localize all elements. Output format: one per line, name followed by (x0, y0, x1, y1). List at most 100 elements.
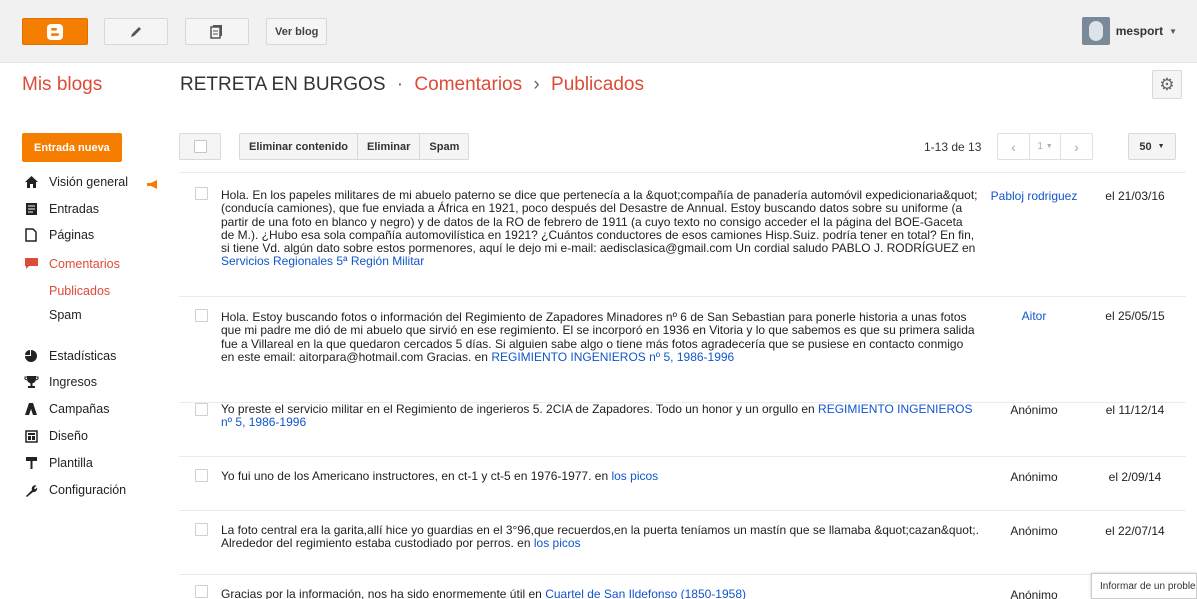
comment-date[interactable]: el 2/09/14 (1084, 470, 1186, 484)
post-link[interactable]: Cuartel de San Ildefonso (1850-1958) (545, 587, 746, 599)
delete-content-button[interactable]: Eliminar contenido (240, 134, 359, 159)
sidebar-sub-published[interactable]: Publicados (49, 284, 110, 298)
caret-down-icon: ▼ (1157, 143, 1165, 150)
prev-page-button[interactable]: ‹ (998, 134, 1029, 159)
comment-date[interactable]: el 25/05/15 (1084, 309, 1186, 323)
trophy-icon (22, 373, 40, 391)
comment-text: Yo fui uno de los Americano instructores… (221, 469, 979, 483)
comment-body: Yo preste el servicio militar en el Regi… (221, 402, 815, 416)
sidebar-item-label: Entradas (49, 202, 100, 216)
adwords-icon (22, 400, 40, 418)
view-blog-button[interactable]: Ver blog (266, 18, 328, 45)
sidebar-item-template[interactable]: Plantilla (22, 454, 93, 472)
breadcrumb: RETRETA EN BURGOS · Comentarios › Public… (180, 74, 644, 96)
sidebar-item-label: Visión general (49, 175, 128, 189)
avatar (1081, 17, 1110, 45)
paint-roller-icon (22, 454, 40, 472)
row-checkbox[interactable] (195, 187, 208, 200)
comment-text: Hola. Estoy buscando fotos o información… (221, 310, 979, 364)
comment-author: Anónimo (1010, 403, 1058, 417)
comment-text: Yo preste el servicio militar en el Regi… (221, 402, 979, 430)
comment-author: Anónimo (1010, 524, 1058, 538)
comment-row[interactable]: Hola. Estoy buscando fotos o información… (179, 296, 1186, 402)
comment-body: Hola. En los papeles militares de mi abu… (221, 188, 978, 256)
comment-author: Anónimo (1010, 470, 1058, 484)
result-count: 1-13 de 13 (924, 140, 982, 154)
comment-text: La foto central era la garita,allí hice … (221, 523, 979, 551)
username: mesport (1115, 24, 1164, 38)
checkbox-box (193, 140, 207, 153)
sidebar-item-label: Plantilla (49, 456, 93, 470)
sidebar-item-stats[interactable]: Estadísticas (22, 347, 116, 365)
comment-date[interactable]: el 11/12/14 (1084, 403, 1186, 417)
post-link[interactable]: REGIMIENTO INGENIEROS nº 5, 1986-1996 (491, 350, 734, 364)
select-all-checkbox[interactable] (179, 133, 221, 160)
chevron-right-icon: › (1074, 138, 1079, 155)
row-checkbox[interactable] (195, 469, 208, 482)
per-page-select[interactable]: 50 ▼ (1128, 133, 1176, 160)
new-post-button[interactable]: Entrada nueva (22, 133, 122, 162)
blogger-logo-icon (47, 23, 63, 40)
comment-body: Yo fui uno de los Americano instructores… (221, 469, 609, 483)
spam-button[interactable]: Spam (420, 134, 468, 159)
page-icon (22, 226, 40, 244)
comment-author: Anónimo (1010, 588, 1058, 599)
comment-date[interactable]: el 22/07/14 (1084, 524, 1186, 538)
comment-row[interactable]: Yo fui uno de los Americano instructores… (179, 456, 1186, 510)
user-menu[interactable]: mesport ▼ (1081, 17, 1177, 45)
post-link[interactable]: los picos (611, 469, 658, 483)
blog-posts-button[interactable] (185, 18, 249, 45)
sidebar-item-label: Estadísticas (49, 349, 117, 363)
blog-name[interactable]: RETRETA EN BURGOS (180, 74, 386, 95)
comment-body: Gracias por la información, nos ha sido … (221, 587, 542, 599)
report-problem-button[interactable]: Informar de un proble (1091, 573, 1197, 599)
blogger-home-button[interactable] (22, 18, 88, 45)
row-checkbox[interactable] (195, 585, 208, 598)
sidebar-item-posts[interactable]: Entradas (22, 200, 99, 218)
pencil-icon (131, 26, 141, 37)
my-blogs-link[interactable]: Mis blogs (22, 74, 102, 96)
next-page-button[interactable]: › (1061, 134, 1092, 159)
sidebar-sub-spam[interactable]: Spam (49, 308, 82, 322)
sidebar-item-earnings[interactable]: Ingresos (22, 373, 97, 391)
page-select[interactable]: 1 ▼ (1029, 134, 1061, 159)
comment-row[interactable]: Yo preste el servicio militar en el Regi… (179, 402, 1186, 456)
sidebar-item-label: Configuración (49, 483, 127, 497)
sidebar-item-pages[interactable]: Páginas (22, 226, 94, 244)
caret-down-icon: ▼ (1045, 143, 1053, 150)
page-number: 1 (1037, 141, 1043, 152)
comment-author[interactable]: Aitor (984, 309, 1084, 323)
sidebar-item-comments[interactable]: Comentarios (22, 255, 120, 273)
row-checkbox[interactable] (195, 523, 208, 536)
pie-chart-icon (22, 347, 40, 365)
comment-row[interactable]: Hola. En los papeles militares de mi abu… (179, 172, 1186, 296)
top-bar: Ver blog mesport ▼ (0, 0, 1197, 63)
sidebar-item-label: Diseño (49, 429, 88, 443)
sidebar-item-label: Campañas (49, 402, 110, 416)
posts-icon (22, 200, 40, 218)
comments-section[interactable]: Comentarios (414, 74, 522, 95)
delete-button[interactable]: Eliminar (358, 134, 421, 159)
sidebar-item-label: Ingresos (49, 375, 97, 389)
row-checkbox[interactable] (195, 309, 208, 322)
row-checkbox[interactable] (195, 403, 208, 416)
comment-author[interactable]: Pabloj rodriguez (984, 189, 1084, 203)
sidebar-item-layout[interactable]: Diseño (22, 427, 88, 445)
breadcrumb-separator: · (396, 74, 404, 95)
settings-button[interactable]: ⚙ (1152, 70, 1182, 99)
caret-down-icon: ▼ (1169, 26, 1177, 36)
home-icon (22, 173, 40, 191)
comment-text: Gracias por la información, nos ha sido … (221, 587, 979, 599)
new-post-pencil-button[interactable] (104, 18, 168, 45)
sidebar-item-label: Páginas (49, 228, 95, 242)
post-link[interactable]: Servicios Regionales 5ª Región Militar (221, 254, 424, 268)
comment-row[interactable]: La foto central era la garita,allí hice … (179, 510, 1186, 574)
published-subsection: Publicados (551, 74, 644, 95)
comment-row[interactable]: Gracias por la información, nos ha sido … (179, 574, 1186, 599)
sidebar-item-campaigns[interactable]: Campañas (22, 400, 109, 418)
sidebar-item-overview[interactable]: Visión general (22, 173, 157, 191)
sidebar-item-settings[interactable]: Configuración (22, 481, 126, 499)
layout-icon (22, 427, 40, 445)
comment-date[interactable]: el 21/03/16 (1084, 189, 1186, 203)
post-link[interactable]: los picos (534, 536, 581, 550)
